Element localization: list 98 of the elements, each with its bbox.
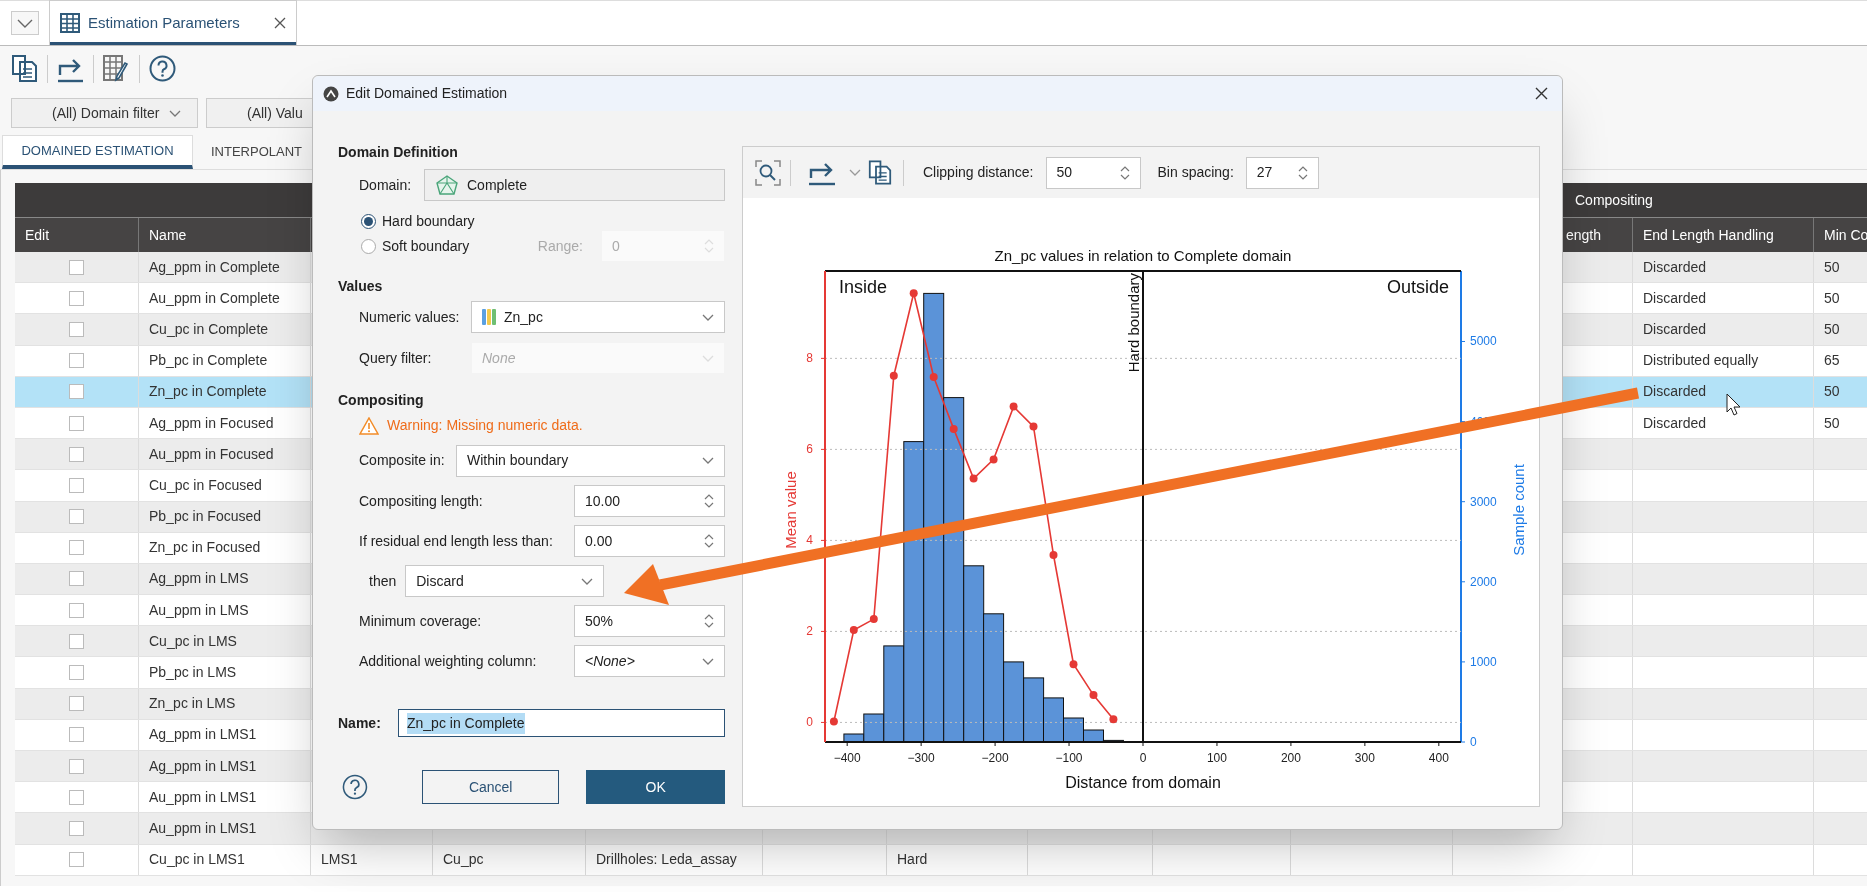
field-value: 27 [1256, 163, 1273, 182]
section-heading: Values [338, 277, 383, 296]
field-value: Discard [416, 571, 464, 591]
axis-tick-label: 2000 [1470, 574, 1497, 589]
table-cell-text: Au_ppm in LMS [149, 600, 249, 620]
warning-message: Warning: Missing numeric data. [387, 416, 583, 435]
table-cell-text: Ag_ppm in Complete [149, 257, 280, 277]
table-cell-text: Cu_pc in LMS [149, 631, 237, 651]
table-cell-text: Zn_pc in LMS [149, 694, 236, 714]
field-value: Within boundary [467, 451, 569, 470]
field-label: Minimum coverage: [359, 611, 482, 631]
axis-tick-label: −100 [1055, 751, 1083, 765]
axis-tick-label: −200 [981, 751, 1009, 765]
field-label: Compositing length: [359, 491, 483, 511]
table-cell-text: Au_ppm in Focused [149, 444, 274, 464]
field-label: Soft boundary [382, 236, 470, 256]
table-cell-text: Distributed equally [1643, 351, 1759, 371]
dropdown-label: (All) Domain filter [52, 103, 160, 123]
table-cell-text: Discarded [1643, 413, 1707, 433]
table-cell-text: Discarded [1643, 319, 1707, 339]
axis-tick-label: 3000 [1470, 494, 1497, 509]
axis-tick-label: 0 [1470, 735, 1477, 749]
field-value: 50 [1056, 163, 1073, 182]
table-cell-text: Zn_pc in Complete [149, 382, 267, 402]
field-label: Query filter: [359, 348, 432, 368]
boundary-label: Hard boundary [1125, 273, 1142, 373]
field-label: Range: [537, 236, 583, 256]
table-cell-text: Ag_ppm in LMS1 [149, 725, 257, 745]
field-label: Composite in: [359, 451, 445, 470]
table-cell-text: Pb_pc in LMS [149, 663, 237, 683]
axis-title: Sample count [1510, 464, 1527, 556]
axis-tick-label: 100 [1206, 751, 1227, 765]
table-cell-text: 65 [1824, 351, 1840, 371]
table-cell-text: Pb_pc in Focused [149, 507, 262, 527]
field-value: 50% [585, 611, 614, 631]
table-cell-text: Cu_pc in Complete [149, 319, 269, 339]
table-cell-text: Ag_ppm in Focused [149, 413, 274, 433]
field-label: Hard boundary [382, 211, 475, 231]
table-cell-text: Cu_pc in Focused [149, 475, 262, 495]
axis-tick-label: −300 [907, 751, 935, 765]
axis-tick-label: 5000 [1470, 334, 1497, 349]
field-label: If residual end length less than: [359, 531, 553, 551]
section-heading: Compositing [338, 391, 424, 410]
axis-tick-label: 6 [806, 442, 813, 457]
table-cell-text: 50 [1824, 382, 1840, 402]
table-cell-text: Au_ppm in Complete [149, 288, 280, 308]
section-heading: Domain Definition [338, 142, 458, 162]
field-value: <None> [585, 651, 635, 671]
group-header: Compositing [1575, 190, 1653, 210]
table-cell-text: Discarded [1643, 288, 1707, 308]
axis-tick-label: 300 [1354, 751, 1375, 765]
table-cell-text: Cu_pc [443, 850, 484, 870]
axis-tick-label: 2 [806, 624, 813, 639]
axis-title: Distance from domain [1065, 774, 1221, 791]
tab-label: Estimation Parameters [88, 12, 240, 33]
field-label: Domain: [359, 175, 412, 195]
table-cell-text: Discarded [1643, 382, 1707, 402]
table-cell-text: Discarded [1643, 257, 1707, 277]
axis-title: Mean value [782, 471, 799, 549]
field-value: Complete [467, 175, 527, 195]
field-value: Zn_pc in Complete [407, 712, 525, 734]
field-label: Additional weighting column: [359, 651, 537, 671]
table-cell-text: Ag_ppm in LMS1 [149, 756, 257, 776]
table-cell-text: 50 [1824, 288, 1840, 308]
table-cell-text: LMS1 [321, 850, 358, 870]
field-label: Bin spacing: [1157, 163, 1234, 182]
axis-tick-label: 4 [806, 533, 813, 548]
field-value: 0.00 [585, 531, 613, 551]
axis-tick-label: 0 [806, 715, 813, 730]
table-cell-text: Drillholes: Leda_assay [596, 850, 737, 870]
axis-tick-label: 200 [1280, 751, 1301, 765]
field-value: Zn_pc [504, 307, 543, 327]
axis-tick-label: 0 [1139, 751, 1147, 765]
table-cell-text: Zn_pc in Focused [149, 538, 261, 558]
dropdown-label: (All) Valu [247, 103, 303, 123]
chart-title: Zn_pc values in relation to Complete domain [994, 247, 1292, 264]
region-label: Outside [1386, 277, 1449, 297]
table-cell-text: Pb_pc in Complete [149, 351, 268, 371]
field-label: Numeric values: [359, 307, 460, 327]
field-label: Name: [338, 713, 381, 733]
field-value: 0 [612, 236, 620, 256]
table-cell-text: 50 [1824, 413, 1840, 433]
axis-tick-label: 8 [806, 351, 813, 366]
axis-tick-label: 1000 [1470, 654, 1497, 669]
axis-tick-label: 400 [1428, 751, 1449, 765]
axis-tick-label: −400 [833, 751, 861, 765]
table-cell-text: 50 [1824, 319, 1840, 339]
region-label: Inside [839, 277, 888, 297]
table-cell-text: Au_ppm in LMS1 [149, 787, 257, 807]
table-cell-text: Au_ppm in LMS1 [149, 818, 257, 838]
field-label: then [369, 571, 397, 591]
table-cell-text: Ag_ppm in LMS [149, 569, 249, 589]
table-cell-text: 50 [1824, 257, 1840, 277]
table-cell-text: Cu_pc in LMS1 [149, 850, 245, 870]
placeholder-text: None [482, 348, 516, 368]
field-value: 10.00 [585, 491, 621, 511]
table-cell-text: Hard [897, 850, 928, 870]
field-label: Clipping distance: [923, 163, 1034, 182]
